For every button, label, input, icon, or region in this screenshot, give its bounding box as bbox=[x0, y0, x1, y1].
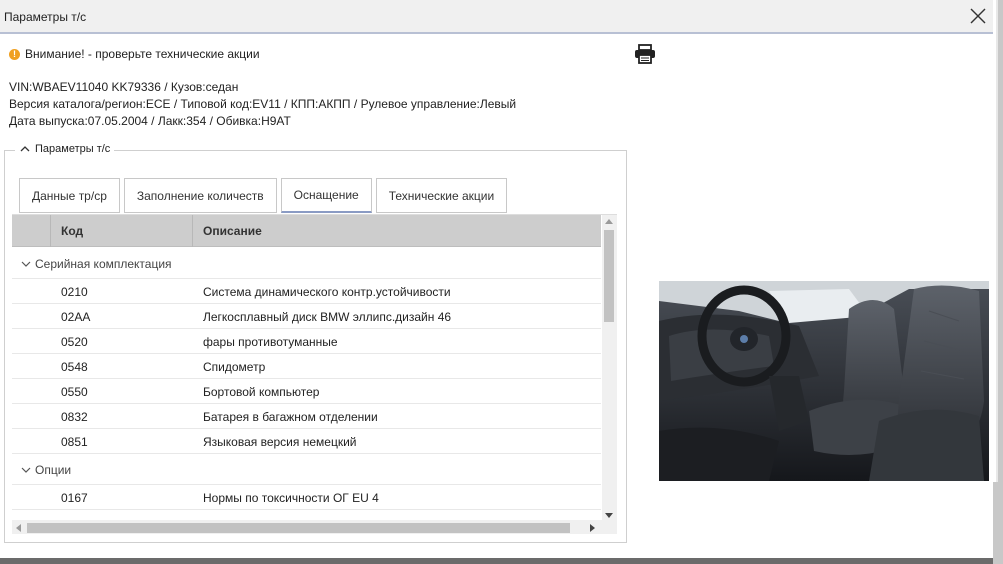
warning-icon: ! bbox=[9, 48, 20, 60]
tab-vehicle-data[interactable]: Данные тр/ср bbox=[19, 178, 120, 213]
vehicle-date-line: Дата выпуска:07.05.2004 / Лакк:354 / Оби… bbox=[9, 114, 291, 128]
warning-text: Внимание! - проверьте технические акции bbox=[25, 47, 260, 61]
window-edge bbox=[993, 0, 1003, 564]
table-row[interactable]: 0832 Батарея в багажном отделении bbox=[12, 404, 601, 429]
group-row-options[interactable]: Опции bbox=[12, 454, 601, 485]
chevron-down-icon bbox=[21, 261, 31, 267]
cell-description: Система динамического контр.устойчивости bbox=[203, 285, 451, 299]
table-row[interactable]: 0851 Языковая версия немецкий bbox=[12, 429, 601, 454]
column-header-description[interactable]: Описание bbox=[203, 215, 262, 247]
car-interior-image bbox=[659, 281, 989, 481]
vertical-scroll-thumb[interactable] bbox=[604, 230, 614, 322]
table-row[interactable]: 0548 Спидометр bbox=[12, 354, 601, 379]
printer-icon[interactable] bbox=[634, 44, 656, 64]
cell-code: 02AA bbox=[61, 310, 91, 324]
horizontal-scroll-thumb[interactable] bbox=[27, 523, 570, 533]
group-label: Серийная комплектация bbox=[35, 257, 172, 271]
column-header-code[interactable]: Код bbox=[61, 215, 83, 247]
cell-code: 0548 bbox=[61, 360, 88, 374]
table-body: Серийная комплектация 0210 Система динами… bbox=[12, 248, 601, 510]
window-title: Параметры т/с bbox=[4, 10, 87, 24]
cell-description: Нормы по токсичности ОГ EU 4 bbox=[203, 491, 379, 505]
scroll-left-icon[interactable] bbox=[16, 524, 21, 532]
cell-code: 0210 bbox=[61, 285, 88, 299]
warning-message: ! Внимание! - проверьте технические акци… bbox=[9, 46, 260, 62]
tab-bar: Данные тр/ср Заполнение количеств Оснаще… bbox=[19, 178, 511, 214]
vehicle-params-section: Параметры т/с Данные тр/ср Заполнение ко… bbox=[4, 143, 627, 543]
title-bar: Параметры т/с bbox=[0, 0, 993, 34]
section-toggle[interactable]: Параметры т/с bbox=[15, 143, 115, 155]
equipment-table: Код Описание Серийная комплектация 0210 С… bbox=[12, 214, 617, 534]
cell-description: Бортовой компьютер bbox=[203, 385, 320, 399]
table-row[interactable]: 02AA Легкосплавный диск BMW эллипс.дизайн… bbox=[12, 304, 601, 329]
group-label: Опции bbox=[35, 463, 72, 477]
scroll-up-icon[interactable] bbox=[605, 219, 613, 224]
cell-description: Легкосплавный диск BMW эллипс.дизайн 46 bbox=[203, 310, 452, 324]
table-row[interactable]: 0167 Нормы по токсичности ОГ EU 4 bbox=[12, 485, 601, 510]
vertical-scrollbar[interactable] bbox=[602, 215, 617, 520]
group-row-serial[interactable]: Серийная комплектация bbox=[12, 248, 601, 279]
cell-description: фары противотуманные bbox=[203, 335, 338, 349]
cell-code: 0520 bbox=[61, 335, 88, 349]
scroll-down-icon[interactable] bbox=[605, 513, 613, 518]
dialog-window: Параметры т/с ! Внимание! - проверьте те… bbox=[0, 0, 993, 558]
cell-code: 0167 bbox=[61, 491, 88, 505]
tab-fill-quantities[interactable]: Заполнение количеств bbox=[123, 178, 277, 213]
table-row[interactable]: 0550 Бортовой компьютер bbox=[12, 379, 601, 404]
cell-code: 0832 bbox=[61, 410, 88, 424]
tab-technical-campaigns[interactable]: Технические акции bbox=[375, 178, 508, 213]
table-header: Код Описание bbox=[12, 215, 601, 247]
vehicle-vin-line: VIN:WBAEV11040 KK79336 / Кузов:седан bbox=[9, 80, 239, 94]
scroll-right-icon[interactable] bbox=[590, 524, 595, 532]
cell-code: 0550 bbox=[61, 385, 88, 399]
section-legend: Параметры т/с bbox=[35, 143, 111, 155]
cell-description: Спидометр bbox=[203, 360, 266, 374]
cell-description: Языковая версия немецкий bbox=[203, 435, 357, 449]
table-row[interactable]: 0520 фары противотуманные bbox=[12, 329, 601, 354]
table-row[interactable]: 0210 Система динамического контр.устойчив… bbox=[12, 279, 601, 304]
horizontal-scrollbar[interactable] bbox=[12, 520, 617, 534]
cell-description: Батарея в багажном отделении bbox=[203, 410, 378, 424]
close-icon[interactable] bbox=[967, 5, 989, 27]
tab-equipment[interactable]: Оснащение bbox=[280, 178, 372, 213]
chevron-up-icon bbox=[20, 146, 30, 152]
chevron-down-icon bbox=[21, 467, 31, 473]
vehicle-catalog-line: Версия каталога/регион:ECE / Типовой код… bbox=[9, 97, 517, 111]
cell-code: 0851 bbox=[61, 435, 88, 449]
